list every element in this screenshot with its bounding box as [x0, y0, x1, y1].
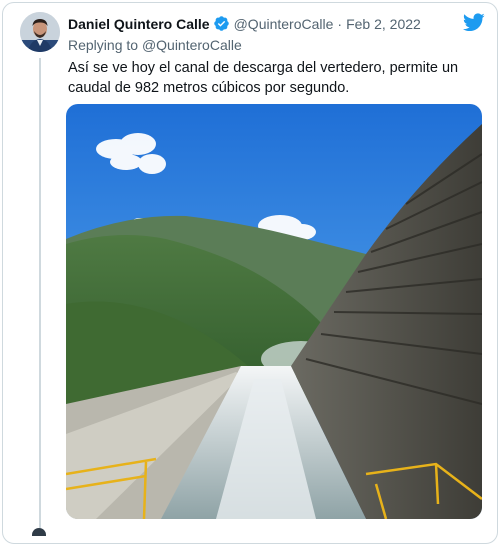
thread-connector-line: [39, 58, 41, 528]
author-handle[interactable]: @QuinteroCalle: [234, 16, 334, 32]
author-name[interactable]: Daniel Quintero Calle: [68, 16, 210, 32]
tweet-date[interactable]: Feb 2, 2022: [346, 16, 421, 32]
reply-context: Replying to @QuinteroCalle: [68, 37, 242, 53]
author-avatar[interactable]: [20, 12, 60, 52]
verified-badge-icon: [213, 16, 229, 31]
reply-mention-link[interactable]: @QuinteroCalle: [142, 37, 242, 53]
next-tweet-avatar[interactable]: [32, 528, 46, 536]
tweet-header: Daniel Quintero Calle @QuinteroCalle · F…: [68, 15, 489, 32]
spillway-photo-image: [66, 104, 482, 519]
separator-dot: ·: [337, 15, 343, 32]
twitter-bird-icon[interactable]: [463, 13, 485, 32]
tweet-text: Así se ve hoy el canal de descarga del v…: [68, 60, 459, 96]
reply-prefix: Replying to: [68, 37, 139, 53]
tweet-photo[interactable]: [66, 104, 482, 519]
